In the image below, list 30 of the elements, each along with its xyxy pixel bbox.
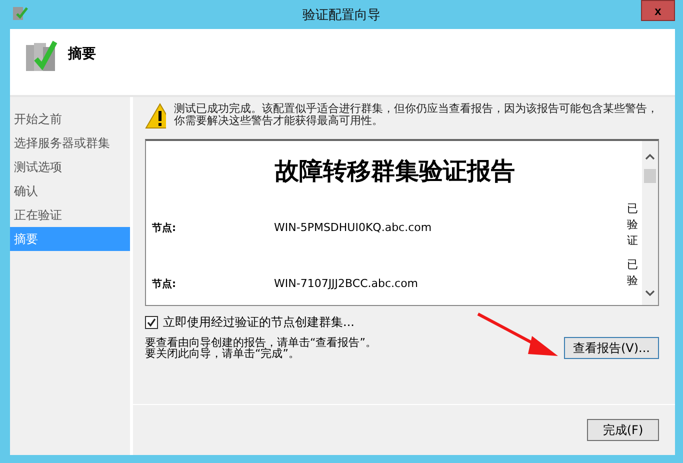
step-item[interactable]: 选择服务器或群集 bbox=[10, 131, 130, 155]
step-item[interactable]: 正在验证 bbox=[10, 203, 130, 227]
page-title: 摘要 bbox=[68, 45, 96, 63]
scrollbar[interactable] bbox=[642, 141, 658, 305]
node-name: WIN-5PMSDHUI0KQ.abc.com bbox=[274, 220, 433, 234]
result-message: 测试已成功完成。该配置似乎适合进行群集，但你仍应当查看报告，因为该报告可能包含某些警告，你需要解决这些警告才能获得最高可用性。 bbox=[173, 103, 659, 127]
chevron-up-icon[interactable] bbox=[645, 153, 655, 160]
create-cluster-checkbox[interactable]: 立即使用经过验证的节点创建群集... bbox=[145, 314, 659, 331]
chevron-down-icon[interactable] bbox=[645, 290, 655, 297]
window-title: 验证配置向导 bbox=[302, 6, 380, 24]
step-item[interactable]: 开始之前 bbox=[10, 107, 130, 131]
hint-text: 要关闭此向导，请单击“完成”。 bbox=[145, 348, 300, 359]
node-label: 节点: bbox=[152, 222, 177, 235]
node-label: 节点: bbox=[152, 278, 177, 291]
node-status: 已验证 bbox=[627, 201, 638, 249]
hint-text: 要查看由向导创建的报告，请单击“查看报告”。 bbox=[145, 337, 376, 348]
servers-check-icon bbox=[24, 39, 58, 73]
view-report-button[interactable]: 查看报告(V)... bbox=[564, 337, 659, 359]
servers-check-icon bbox=[12, 5, 28, 21]
step-item[interactable]: 确认 bbox=[10, 179, 130, 203]
checkbox-label: 立即使用经过验证的节点创建群集... bbox=[163, 314, 354, 331]
warning-icon bbox=[145, 103, 166, 129]
scrollbar-thumb[interactable] bbox=[644, 169, 656, 183]
node-name: WIN-7107JJJ2BCC.abc.com bbox=[274, 276, 420, 290]
report-title: 故障转移群集验证报告 bbox=[274, 156, 516, 187]
close-button[interactable]: x bbox=[641, 0, 675, 21]
step-item[interactable]: 测试选项 bbox=[10, 155, 130, 179]
finish-button[interactable]: 完成(F) bbox=[587, 419, 659, 441]
node-status: 已验 bbox=[627, 257, 638, 289]
checkbox[interactable] bbox=[145, 316, 158, 329]
